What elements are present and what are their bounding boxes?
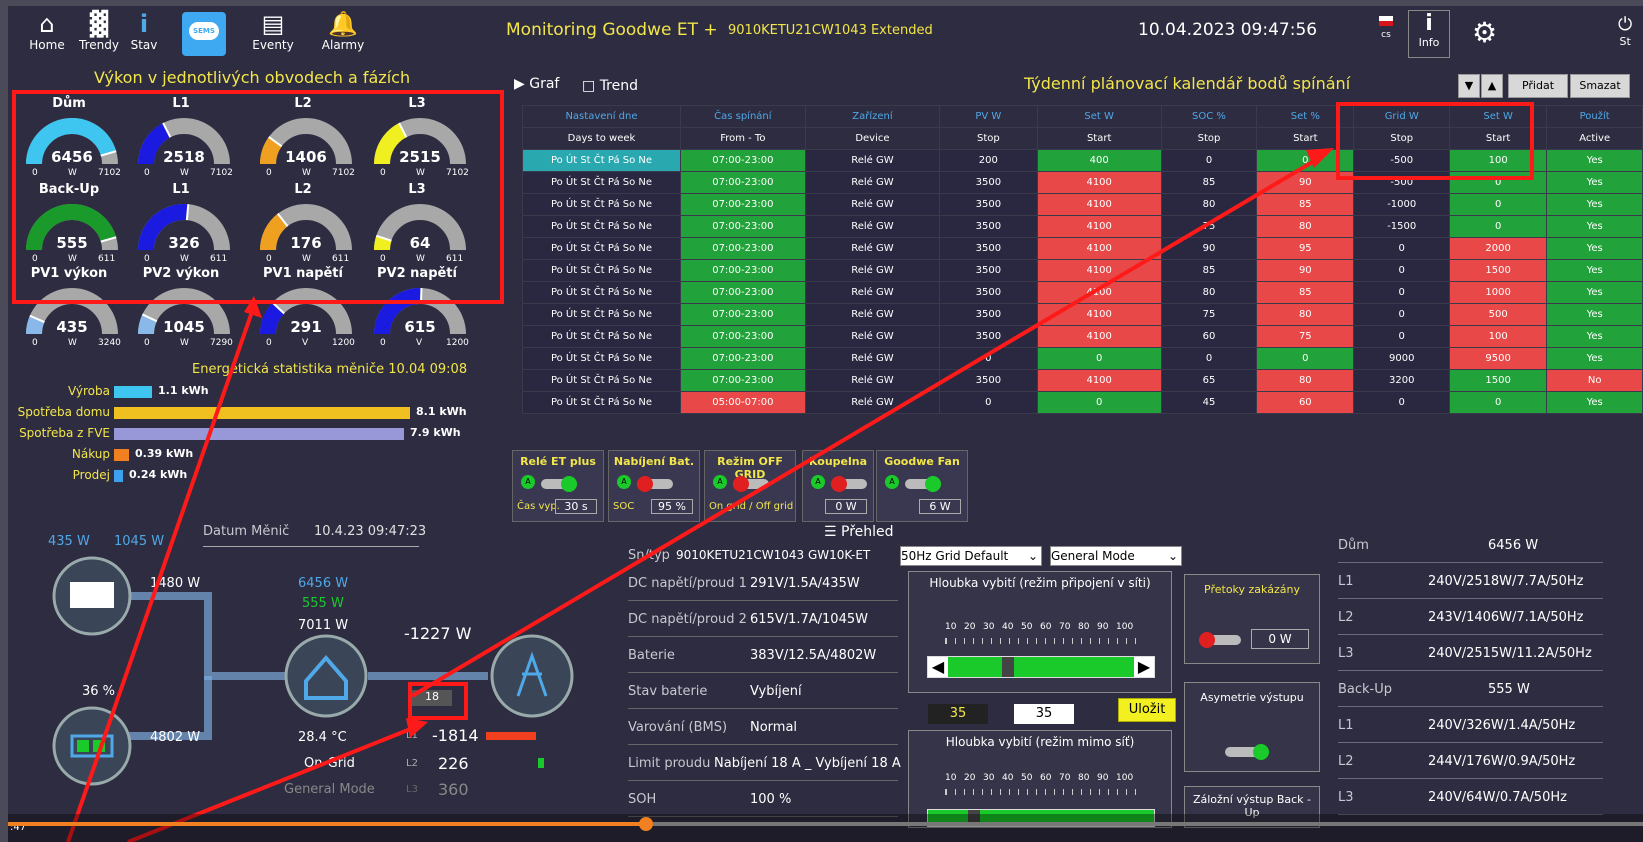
video-controls [8,814,1643,842]
annotation-arrows [66,148,1334,842]
video-progress-handle[interactable] [638,817,653,831]
app-window: ⌂ Home ▓ Trendy i Stav SEMS ▤ Eventy 🔔 A… [8,6,1643,842]
video-progress-fill [8,822,646,826]
video-progress-track[interactable] [8,822,1643,826]
